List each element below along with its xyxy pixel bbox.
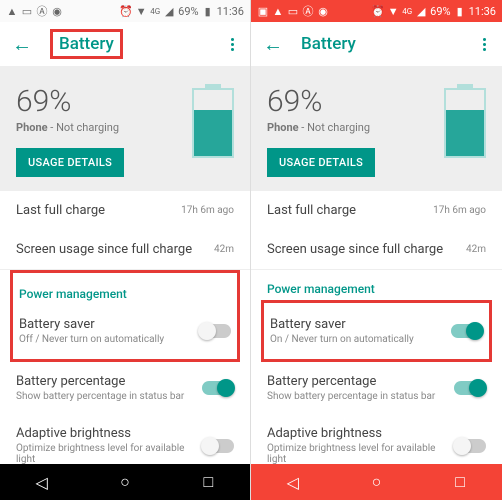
warning-icon: ▲	[6, 5, 18, 17]
battery-saver-toggle[interactable]	[451, 324, 483, 338]
battery-graphic-icon	[444, 88, 486, 158]
nav-back-icon[interactable]: ◁	[283, 472, 303, 492]
charge-status: Phone - Not charging	[16, 121, 192, 134]
charge-status: Phone - Not charging	[267, 121, 444, 134]
usage-details-button[interactable]: USAGE DETAILS	[267, 148, 375, 177]
nav-bar: ◁ ○ □	[251, 464, 502, 500]
overflow-menu-icon[interactable]	[479, 34, 490, 55]
usage-details-button[interactable]: USAGE DETAILS	[16, 148, 124, 177]
alarm-icon: ⏰	[372, 5, 384, 17]
network-indicator: 4G	[150, 7, 160, 16]
app-bar: ← Battery	[0, 22, 250, 66]
image-icon: ▣	[257, 5, 269, 17]
phone-right: ▣ ▲ ▭ Ⓐ ◉ ⏰ ▼ 4G ◢ 69% ▮ 11:36 ← Battery…	[251, 0, 502, 500]
status-bar: ▣ ▲ ▭ Ⓐ ◉ ⏰ ▼ 4G ◢ 69% ▮ 11:36	[251, 0, 502, 22]
page-title: Battery	[301, 34, 479, 54]
alarm-icon: ⏰	[120, 5, 132, 17]
nav-back-icon[interactable]: ◁	[32, 472, 52, 492]
nav-bar: ◁ ○ □	[0, 464, 250, 500]
battery-summary: 69% Phone - Not charging USAGE DETAILS	[0, 66, 250, 191]
battery-graphic-icon	[192, 88, 234, 158]
app-icon: Ⓐ	[302, 5, 314, 17]
nav-recent-icon[interactable]: □	[198, 472, 218, 492]
power-management-header: Power management	[19, 275, 231, 305]
screen-usage-row: Screen usage since full charge 42m	[267, 230, 486, 269]
highlight-power-management: Power management Battery saver Off / Nev…	[10, 270, 240, 362]
nav-recent-icon[interactable]: □	[450, 472, 470, 492]
battery-saver-row[interactable]: Battery saver On / Never turn on automat…	[270, 305, 483, 357]
status-bar: ▲ ▭ Ⓐ ◉ ⏰ ▼ 4G ◢ 69% ▮ 11:36	[0, 0, 250, 22]
nav-home-icon[interactable]: ○	[366, 472, 386, 492]
status-time: 11:36	[217, 5, 244, 18]
overflow-menu-icon[interactable]	[227, 34, 238, 55]
nav-home-icon[interactable]: ○	[115, 472, 135, 492]
battery-saver-toggle[interactable]	[199, 324, 231, 338]
adaptive-brightness-toggle[interactable]	[454, 439, 486, 453]
battery-summary: 69% Phone - Not charging USAGE DETAILS	[251, 66, 502, 191]
app-icon: Ⓐ	[36, 5, 48, 17]
last-full-charge-row: Last full charge 17h 6m ago	[267, 191, 486, 230]
back-icon[interactable]: ←	[12, 32, 32, 57]
battery-icon: ▮	[454, 5, 466, 17]
highlight-battery-saver: Battery saver On / Never turn on automat…	[261, 300, 492, 362]
app-bar: ← Battery	[251, 22, 502, 66]
battery-percentage-toggle[interactable]	[454, 381, 486, 395]
adaptive-brightness-toggle[interactable]	[202, 439, 234, 453]
card-icon: ▭	[287, 5, 299, 17]
battery-saver-row[interactable]: Battery saver Off / Never turn on automa…	[19, 305, 231, 357]
back-icon[interactable]: ←	[263, 32, 283, 57]
warning-icon: ▲	[272, 5, 284, 17]
network-indicator: 4G	[402, 7, 412, 16]
screen-usage-row: Screen usage since full charge 42m	[16, 230, 234, 269]
last-full-charge-row: Last full charge 17h 6m ago	[16, 191, 234, 230]
status-battery-pct: 69%	[178, 5, 198, 18]
signal-icon: ◢	[163, 5, 175, 17]
battery-percent: 69%	[16, 84, 192, 119]
battery-percentage-row[interactable]: Battery percentage Show battery percenta…	[267, 362, 486, 414]
circle-icon: ◉	[51, 5, 63, 17]
page-title: Battery	[50, 29, 227, 59]
signal-icon: ◢	[415, 5, 427, 17]
status-battery-pct: 69%	[430, 5, 450, 18]
battery-icon: ▮	[202, 5, 214, 17]
phone-left: ▲ ▭ Ⓐ ◉ ⏰ ▼ 4G ◢ 69% ▮ 11:36 ← Battery 6…	[0, 0, 251, 500]
wifi-icon: ▼	[387, 5, 399, 17]
battery-percent: 69%	[267, 84, 444, 119]
battery-percentage-row[interactable]: Battery percentage Show battery percenta…	[16, 362, 234, 414]
wifi-icon: ▼	[135, 5, 147, 17]
status-time: 11:36	[469, 5, 496, 18]
power-management-header: Power management	[267, 270, 486, 300]
card-icon: ▭	[21, 5, 33, 17]
circle-icon: ◉	[317, 5, 329, 17]
battery-percentage-toggle[interactable]	[202, 381, 234, 395]
